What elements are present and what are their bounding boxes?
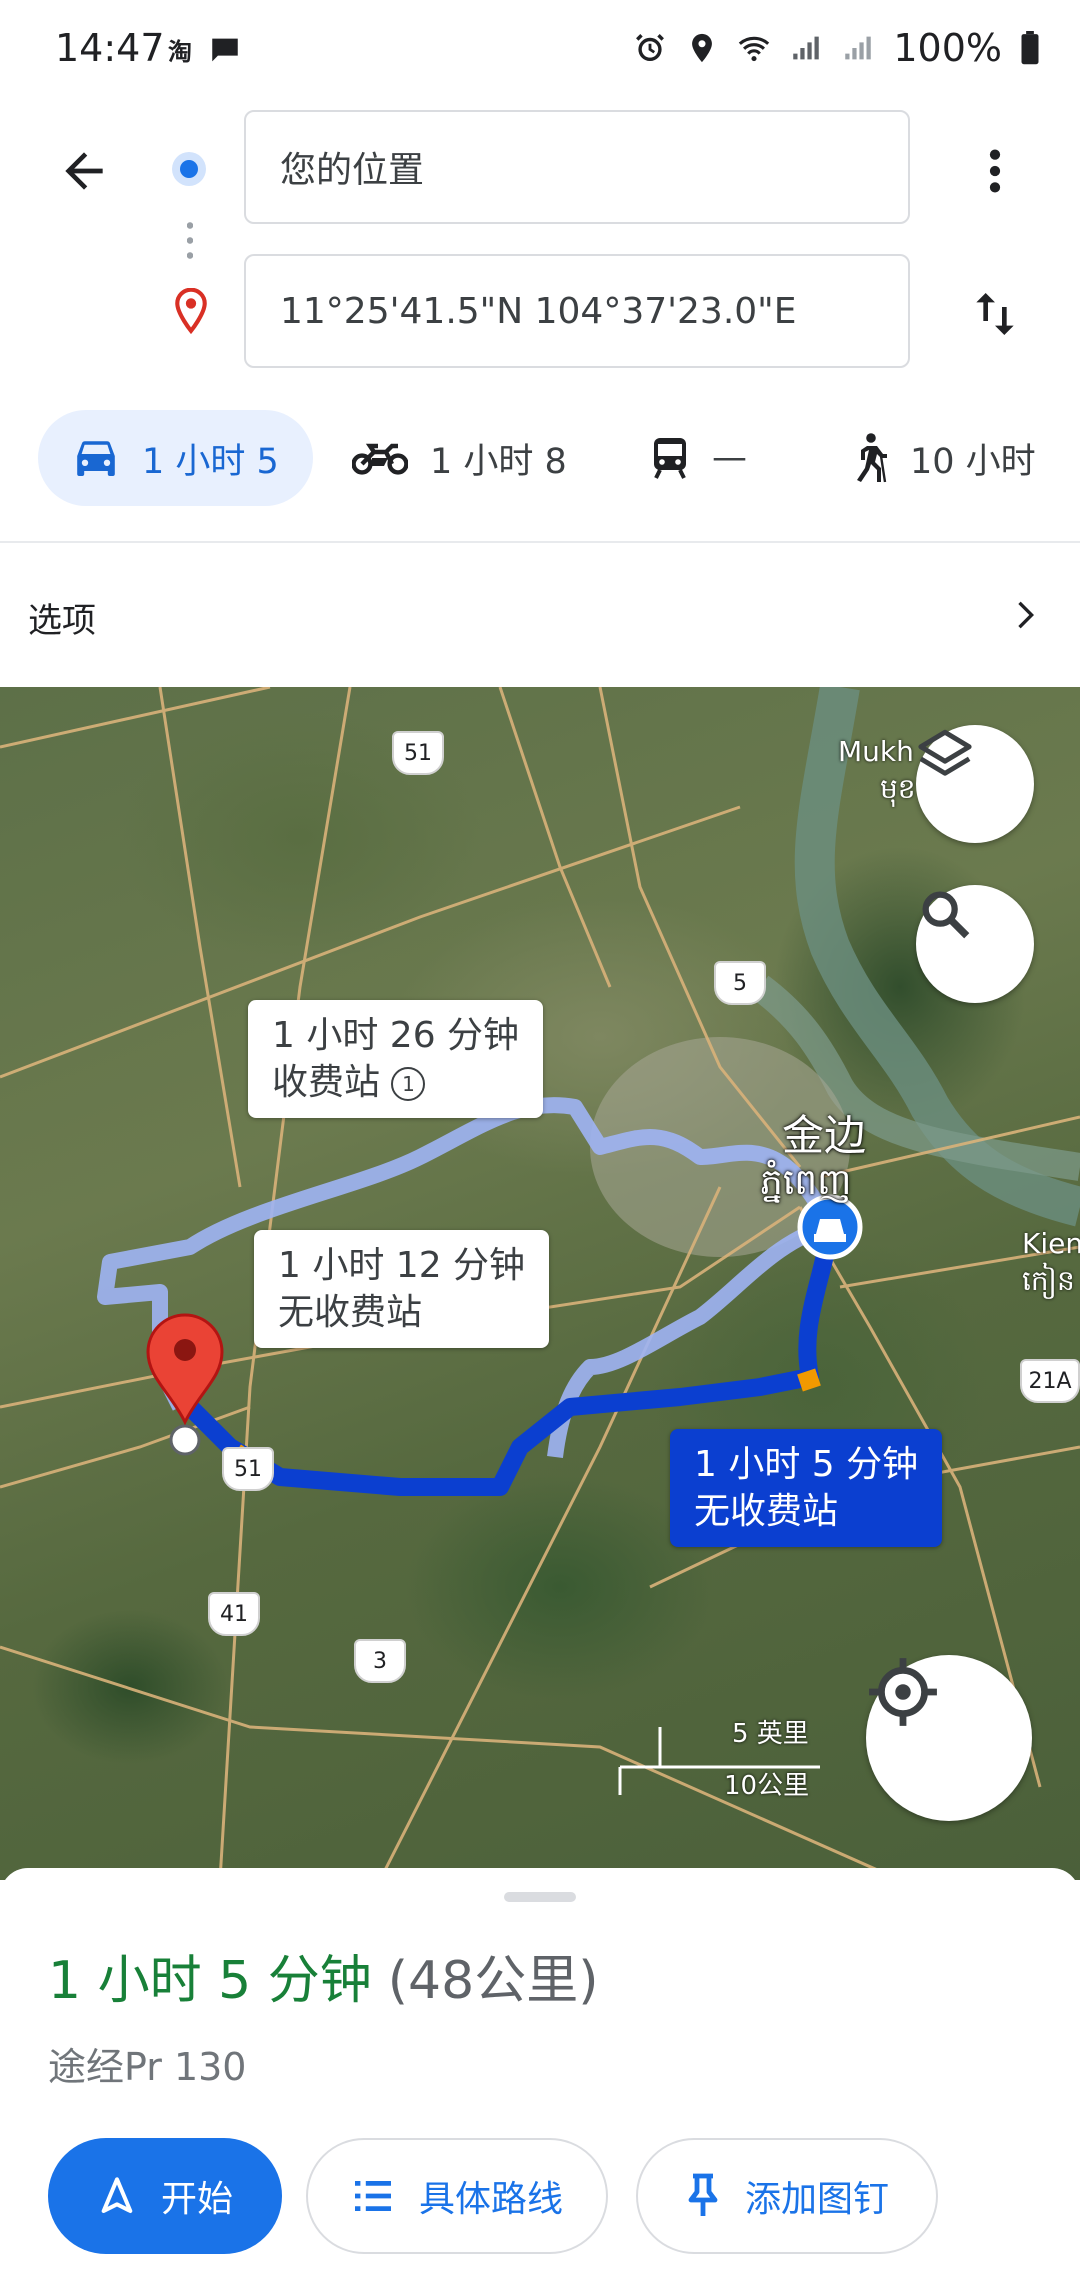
- alarm-icon: [636, 34, 665, 62]
- origin-marker-icon: [172, 152, 206, 186]
- back-button[interactable]: [48, 135, 120, 207]
- route-callout-note: 收费站: [272, 1062, 381, 1103]
- destination-input[interactable]: 11°25'41.5"N 104°37'23.0"E: [244, 254, 910, 368]
- walk-icon: [857, 433, 887, 483]
- city-label: 金边: [782, 1111, 867, 1160]
- battery-icon: [1021, 31, 1039, 65]
- route-callout-note: 无收费站: [278, 1292, 423, 1333]
- car-icon: [77, 441, 115, 476]
- route-callout-time: 1 小时 5 分钟: [694, 1444, 919, 1485]
- route-callout-note: 无收费站: [694, 1491, 839, 1532]
- tab-walk[interactable]: 10 小时: [850, 410, 1036, 506]
- start-button[interactable]: 开始: [48, 2138, 282, 2254]
- scale-metric: 10公里: [724, 1771, 810, 1801]
- road-shield: 51: [222, 1447, 274, 1491]
- route-via: 途经Pr 130: [48, 2045, 247, 2089]
- toll-info-icon: 1: [391, 1067, 426, 1101]
- place-label-khmer: កៀន: [1022, 1264, 1075, 1297]
- road-shield: 3: [354, 1639, 406, 1683]
- chevron-right-icon: [1004, 591, 1044, 643]
- status-bar: 14:47 淘 100%: [0, 0, 1080, 100]
- signal-icon: [793, 36, 820, 60]
- route-callout-alt-2[interactable]: 1 小时 12 分钟 无收费站: [254, 1230, 550, 1348]
- route-callout-alt-1[interactable]: 1 小时 26 分钟 收费站 1: [248, 1000, 544, 1118]
- options-label: 选项: [28, 601, 96, 641]
- place-label-khmer: មុខ: [880, 772, 916, 805]
- taobao-icon: 淘: [168, 38, 192, 66]
- pin-icon: [688, 2173, 718, 2216]
- tab-drive[interactable]: 1 小时 5: [38, 410, 313, 506]
- city-label-khmer: ភ្នំពេញ: [760, 1162, 852, 1203]
- options-row[interactable]: 选项: [0, 543, 1080, 687]
- add-pin-label: 添加图钉: [744, 2179, 889, 2220]
- road-shield: 5: [714, 961, 766, 1005]
- layers-icon: [918, 729, 972, 776]
- route-connector-dots: [187, 218, 193, 264]
- signal-icon: [845, 36, 872, 60]
- origin-input[interactable]: 您的位置: [244, 110, 910, 224]
- transit-icon: [654, 438, 686, 479]
- more-vert-icon: [989, 149, 1001, 193]
- arrow-back-icon: [65, 152, 103, 190]
- route-callout-time: 1 小时 26 分钟: [272, 1015, 520, 1056]
- map-search-button[interactable]: [916, 885, 1034, 1003]
- place-label: Kien: [1022, 1227, 1080, 1260]
- scale-imperial: 5 英里: [732, 1719, 809, 1749]
- destination-pin-icon: [170, 287, 212, 340]
- route-summary: 1 小时 5 分钟 (48公里): [48, 1938, 599, 2013]
- route-duration: 1 小时 5 分钟: [48, 1951, 372, 2011]
- list-icon: [354, 2181, 391, 2211]
- map-view[interactable]: 51 5 51 41 3 21A 金边 ភ្នំពេញ Mukh មុខ Kie…: [0, 687, 1080, 1880]
- road-shield: 21A: [1020, 1359, 1080, 1403]
- start-label: 开始: [160, 2179, 233, 2220]
- route-callout-time: 1 小时 12 分钟: [278, 1245, 526, 1286]
- tab-transit-label: —: [712, 438, 747, 478]
- more-options-button[interactable]: [960, 135, 1030, 207]
- message-icon: [212, 38, 238, 61]
- clock: 14:47: [55, 26, 165, 70]
- travel-mode-tabs: 1 小时 5 1 小时 8 — 10 小时: [0, 400, 1080, 516]
- battery-percent: 100%: [893, 26, 1002, 70]
- my-location-button[interactable]: [866, 1655, 1032, 1821]
- road-shield: 41: [208, 1592, 260, 1636]
- swap-button[interactable]: [960, 278, 1030, 350]
- tab-transit[interactable]: —: [650, 410, 747, 506]
- swap-vert-icon: [976, 293, 1014, 335]
- add-pin-button[interactable]: 添加图钉: [636, 2138, 938, 2254]
- tab-motorcycle[interactable]: 1 小时 8: [352, 410, 567, 506]
- drag-handle[interactable]: [504, 1892, 576, 1902]
- road-shield: 51: [392, 731, 444, 775]
- tab-motorcycle-label: 1 小时 8: [430, 441, 567, 482]
- motorcycle-icon: [352, 443, 408, 475]
- layers-button[interactable]: [916, 725, 1034, 843]
- search-icon: [922, 891, 970, 939]
- steps-button[interactable]: 具体路线: [306, 2138, 608, 2254]
- traffic-segment: [797, 1368, 821, 1392]
- tab-drive-label: 1 小时 5: [142, 441, 279, 482]
- steps-label: 具体路线: [418, 2179, 563, 2220]
- my-location-icon: [869, 1658, 937, 1726]
- location-icon: [692, 33, 713, 63]
- route-callout-selected[interactable]: 1 小时 5 分钟 无收费站: [670, 1429, 943, 1547]
- route-distance: (48公里): [387, 1951, 599, 2011]
- navigation-icon: [101, 2177, 133, 2213]
- route-summary-sheet[interactable]: 1 小时 5 分钟 (48公里) 途经Pr 130 开始 具体路线 添加图钉: [0, 1868, 1080, 2280]
- wifi-icon: [739, 36, 770, 62]
- tab-walk-label: 10 小时: [910, 441, 1036, 482]
- place-label: Mukh: [838, 735, 914, 768]
